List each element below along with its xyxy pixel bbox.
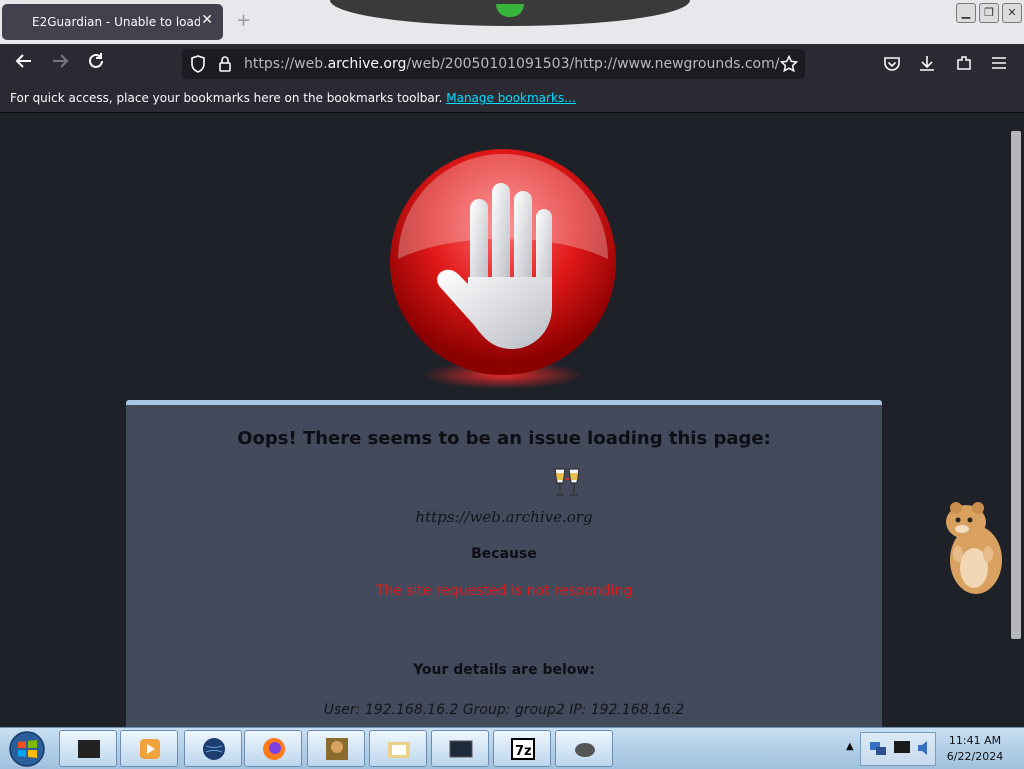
- url-path: /web/20050101091503/http://www.newground…: [406, 56, 780, 72]
- bookmarks-toolbar: For quick access, place your bookmarks h…: [0, 84, 1024, 113]
- taskbar-app-globe[interactable]: [184, 730, 242, 767]
- block-reason: The site requested is not responding: [375, 583, 633, 599]
- taskbar-app-window[interactable]: [431, 730, 489, 767]
- taskbar: 7z ▲ 11:41 AM 6/22/2024: [0, 727, 1024, 769]
- lock-icon[interactable]: [218, 55, 232, 73]
- window-app-icon: [449, 740, 473, 758]
- scrollbar-thumb[interactable]: [1011, 131, 1021, 639]
- browser-tab[interactable]: E2Guardian - Unable to load web page ✕: [2, 4, 223, 40]
- extensions-icon[interactable]: [955, 54, 973, 72]
- bookmarks-message: For quick access, place your bookmarks h…: [10, 91, 576, 105]
- folder-icon: [388, 742, 410, 758]
- 7zip-icon: 7z: [511, 738, 535, 760]
- taskbar-app-7zip[interactable]: 7z: [493, 730, 551, 767]
- windows-start-icon[interactable]: [7, 731, 47, 767]
- taskbar-clock[interactable]: 11:41 AM 6/22/2024: [938, 733, 1012, 765]
- because-label: Because: [471, 546, 537, 562]
- block-heading: Oops! There seems to be an issue loading…: [237, 428, 771, 449]
- blocked-url: https://web.archive.org: [415, 508, 593, 526]
- taskbar-app-firefox[interactable]: [244, 730, 302, 767]
- download-icon[interactable]: [918, 54, 936, 72]
- block-message-panel: Oops! There seems to be an issue loading…: [126, 400, 882, 727]
- media-player-icon: [140, 739, 160, 759]
- pocket-icon[interactable]: [883, 55, 901, 73]
- taskbar-app-media-player[interactable]: [120, 730, 178, 767]
- close-tab-icon[interactable]: ✕: [201, 12, 213, 28]
- taskbar-app-explorer[interactable]: [369, 730, 427, 767]
- forward-button[interactable]: [48, 52, 72, 76]
- speaker-icon[interactable]: [917, 739, 931, 757]
- hamster-icon: [946, 502, 1002, 594]
- vertical-scrollbar[interactable]: [1007, 113, 1024, 727]
- window-frame-decoration: [330, 0, 690, 26]
- clock-time: 11:41 AM: [948, 734, 1002, 747]
- svg-text:7z: 7z: [515, 744, 532, 759]
- bookmark-star-icon[interactable]: [780, 55, 798, 73]
- back-button[interactable]: [12, 52, 36, 76]
- tab-title: E2Guardian - Unable to load web page: [32, 15, 200, 29]
- menu-icon[interactable]: [991, 55, 1007, 71]
- manage-bookmarks-link[interactable]: Manage bookmarks…: [446, 91, 576, 105]
- forward-arrow-icon: [53, 54, 69, 68]
- address-bar[interactable]: https://web.archive.org/web/200501010915…: [182, 49, 805, 79]
- navigation-toolbar: https://web.archive.org/web/200501010915…: [0, 44, 1024, 84]
- minimize-button[interactable]: ▁: [956, 3, 976, 23]
- page-content: Oops! There seems to be an issue loading…: [0, 113, 1007, 727]
- frame-gem-icon: [496, 4, 524, 17]
- maximize-button[interactable]: ❐: [979, 3, 999, 23]
- display-icon[interactable]: [893, 739, 911, 757]
- new-tab-button[interactable]: +: [236, 10, 251, 31]
- network-icon[interactable]: [869, 739, 887, 757]
- clock-date: 6/22/2024: [946, 750, 1004, 763]
- terminal-icon: [78, 740, 100, 758]
- cheers-glasses-icon: [554, 468, 580, 496]
- user-details: User: 192.168.16.2 Group: group2 IP: 192…: [323, 702, 685, 718]
- box-app-icon: [326, 738, 348, 760]
- bookmarks-hint-text: For quick access, place your bookmarks h…: [10, 91, 443, 105]
- tab-favicon-icon: [12, 16, 24, 28]
- taskbar-app-box[interactable]: [307, 730, 365, 767]
- url-host: archive.org: [327, 56, 407, 72]
- reload-icon: [89, 53, 103, 68]
- taskbar-app-mouse[interactable]: [555, 730, 613, 767]
- url-text[interactable]: https://web.archive.org/web/200501010915…: [244, 56, 779, 72]
- mouse-icon: [575, 743, 595, 757]
- back-arrow-icon: [15, 54, 31, 68]
- shield-icon[interactable]: [190, 55, 206, 73]
- close-window-button[interactable]: ✕: [1002, 3, 1022, 23]
- tab-strip: E2Guardian - Unable to load web page ✕ +…: [0, 0, 1024, 44]
- details-heading: Your details are below:: [413, 662, 595, 678]
- url-prefix: https://web.: [244, 56, 328, 72]
- firefox-icon: [263, 738, 285, 760]
- reload-button[interactable]: [84, 52, 108, 76]
- tray-icons[interactable]: [860, 732, 936, 766]
- stop-hand-icon: [390, 149, 616, 389]
- show-hidden-icons-icon[interactable]: ▲: [846, 741, 854, 752]
- taskbar-app-terminal[interactable]: [59, 730, 117, 767]
- globe-icon: [203, 738, 225, 760]
